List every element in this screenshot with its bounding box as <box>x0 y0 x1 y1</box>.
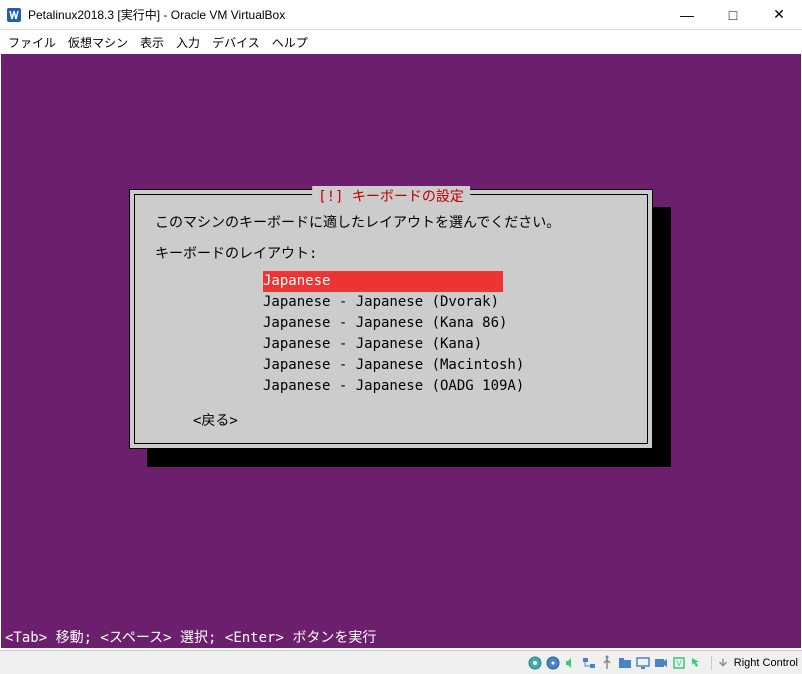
maximize-button[interactable]: □ <box>710 0 756 29</box>
dialog-prompt: このマシンのキーボードに適したレイアウトを選んでください。 <box>155 213 627 234</box>
menu-bar: ファイル 仮想マシン 表示 入力 デバイス ヘルプ <box>0 30 802 54</box>
keyboard-hints: <Tab> 移動; <スペース> 選択; <Enter> ボタンを実行 <box>1 626 801 648</box>
layout-option[interactable]: Japanese - Japanese (Kana) <box>263 334 627 355</box>
mouse-integration-icon[interactable] <box>689 655 705 671</box>
status-bar: V Right Control <box>0 650 802 674</box>
svg-text:V: V <box>676 659 682 668</box>
layout-option[interactable]: Japanese - Japanese (Macintosh) <box>263 355 627 376</box>
shared-folders-icon[interactable] <box>617 655 633 671</box>
vm-display[interactable]: [!] キーボードの設定 このマシンのキーボードに適したレイアウトを選んでくださ… <box>1 54 801 648</box>
window-controls: — □ ✕ <box>664 0 802 29</box>
down-arrow-icon <box>716 656 730 670</box>
menu-input[interactable]: 入力 <box>176 34 200 51</box>
dialog-inner-border: [!] キーボードの設定 このマシンのキーボードに適したレイアウトを選んでくださ… <box>134 194 648 444</box>
minimize-button[interactable]: — <box>664 0 710 29</box>
hard-disk-icon[interactable] <box>527 655 543 671</box>
audio-icon[interactable] <box>563 655 579 671</box>
layout-option[interactable]: Japanese - Japanese (Dvorak) <box>263 292 627 313</box>
network-icon[interactable] <box>581 655 597 671</box>
dialog-content: このマシンのキーボードに適したレイアウトを選んでください。 キーボードのレイアウ… <box>135 195 647 440</box>
layout-option-selected[interactable]: Japanese <box>263 271 503 292</box>
dialog-title: [!] キーボードの設定 <box>312 186 470 206</box>
host-key-label: Right Control <box>734 657 798 669</box>
layout-option[interactable]: Japanese - Japanese (Kana 86) <box>263 313 627 334</box>
menu-devices[interactable]: デバイス <box>212 34 260 51</box>
optical-disk-icon[interactable] <box>545 655 561 671</box>
virtualization-icon[interactable]: V <box>671 655 687 671</box>
close-button[interactable]: ✕ <box>756 0 802 29</box>
menu-machine[interactable]: 仮想マシン <box>68 34 128 51</box>
usb-icon[interactable] <box>599 655 615 671</box>
window-title: Petalinux2018.3 [実行中] - Oracle VM Virtua… <box>28 6 664 23</box>
recording-icon[interactable] <box>653 655 669 671</box>
back-button[interactable]: <戻る> <box>193 411 238 432</box>
menu-help[interactable]: ヘルプ <box>272 34 308 51</box>
window-titlebar: Petalinux2018.3 [実行中] - Oracle VM Virtua… <box>0 0 802 30</box>
virtualbox-icon <box>6 7 22 23</box>
display-icon[interactable] <box>635 655 651 671</box>
menu-view[interactable]: 表示 <box>140 34 164 51</box>
host-key-indicator[interactable]: Right Control <box>711 656 798 670</box>
layout-list[interactable]: Japanese Japanese - Japanese (Dvorak) Ja… <box>263 271 627 397</box>
keyboard-config-dialog: [!] キーボードの設定 このマシンのキーボードに適したレイアウトを選んでくださ… <box>129 189 653 449</box>
menu-file[interactable]: ファイル <box>8 34 56 51</box>
layout-option[interactable]: Japanese - Japanese (OADG 109A) <box>263 376 627 397</box>
layout-label: キーボードのレイアウト: <box>155 244 627 265</box>
